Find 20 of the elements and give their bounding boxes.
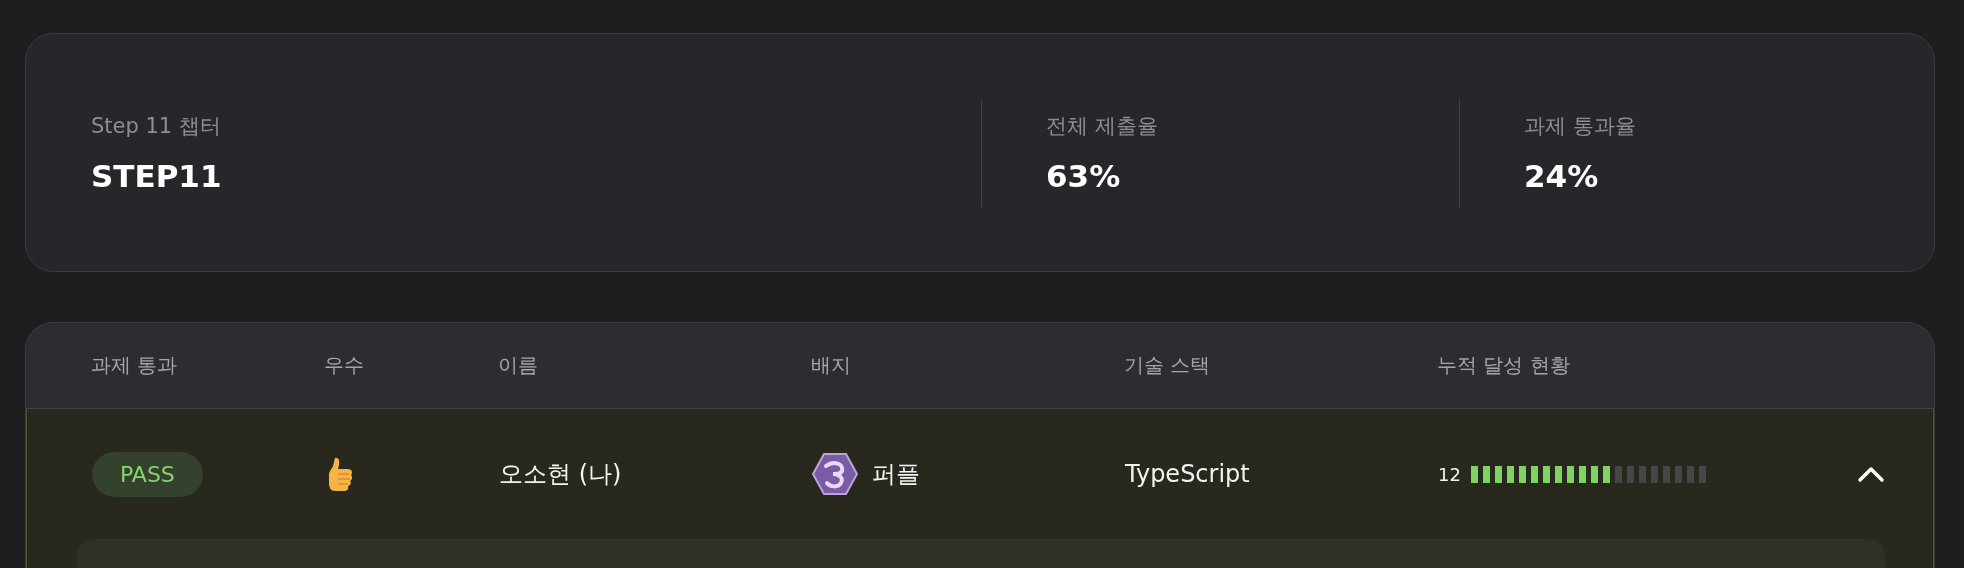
column-header: 이름	[498, 352, 539, 379]
table-row[interactable]: PASS 오소현 (나) 퍼플 TypeScript 12	[26, 409, 1934, 568]
stat-value: STEP11	[91, 157, 223, 194]
achievement-count: 12	[1438, 463, 1461, 485]
student-name: 오소현 (나)	[499, 459, 623, 490]
stat-label: Step 11 챕터	[91, 112, 222, 140]
hexagon-badge-icon	[812, 452, 858, 496]
column-header: 과제 통과	[91, 352, 179, 379]
tech-stack: TypeScript	[1125, 460, 1251, 488]
column-header: 누적 달성 현황	[1437, 352, 1571, 379]
badge-name: 퍼플	[872, 459, 920, 490]
column-header: 배지	[811, 352, 852, 379]
column-header: 우수	[324, 352, 365, 379]
stat-label: 과제 통과율	[1524, 112, 1637, 140]
column-header: 기술 스택	[1124, 352, 1212, 379]
chevron-up-icon	[1857, 465, 1885, 483]
stat-label: 전체 제출율	[1046, 112, 1159, 140]
stat-value: 63%	[1046, 157, 1122, 194]
status-pill: PASS	[92, 451, 203, 497]
stat-value: 24%	[1524, 157, 1600, 194]
